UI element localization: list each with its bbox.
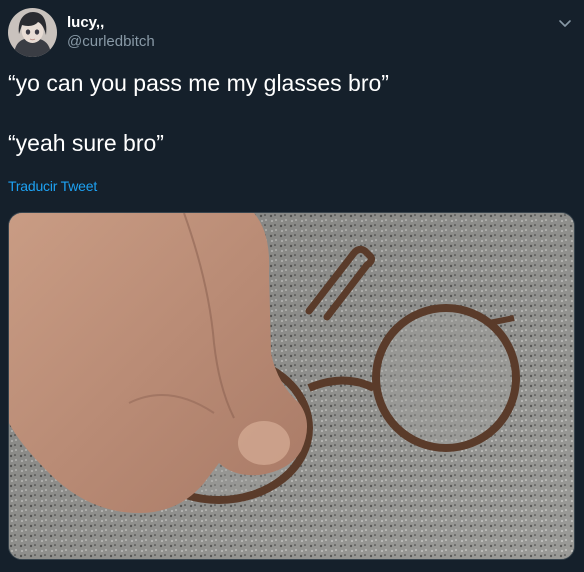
translate-tweet-link[interactable]: Traducir Tweet	[8, 178, 97, 194]
photo-glasses-hand	[9, 213, 574, 559]
tweet-text: “yo can you pass me my glasses bro” “yea…	[8, 68, 576, 158]
tweet: lucy,, @curledbitch “yo can you pass me …	[0, 0, 584, 572]
avatar[interactable]	[8, 8, 57, 57]
tweet-header: lucy,, @curledbitch	[8, 8, 576, 58]
tweet-text-line: “yo can you pass me my glasses bro”	[8, 70, 389, 96]
author-names: lucy,, @curledbitch	[67, 14, 155, 51]
author-handle[interactable]: @curledbitch	[67, 33, 155, 51]
author-display-name[interactable]: lucy,,	[67, 14, 155, 32]
tweet-text-line: “yeah sure bro”	[8, 130, 164, 156]
avatar-illustration	[8, 8, 57, 57]
chevron-down-icon[interactable]	[554, 12, 576, 34]
tweet-photo[interactable]	[8, 212, 575, 560]
